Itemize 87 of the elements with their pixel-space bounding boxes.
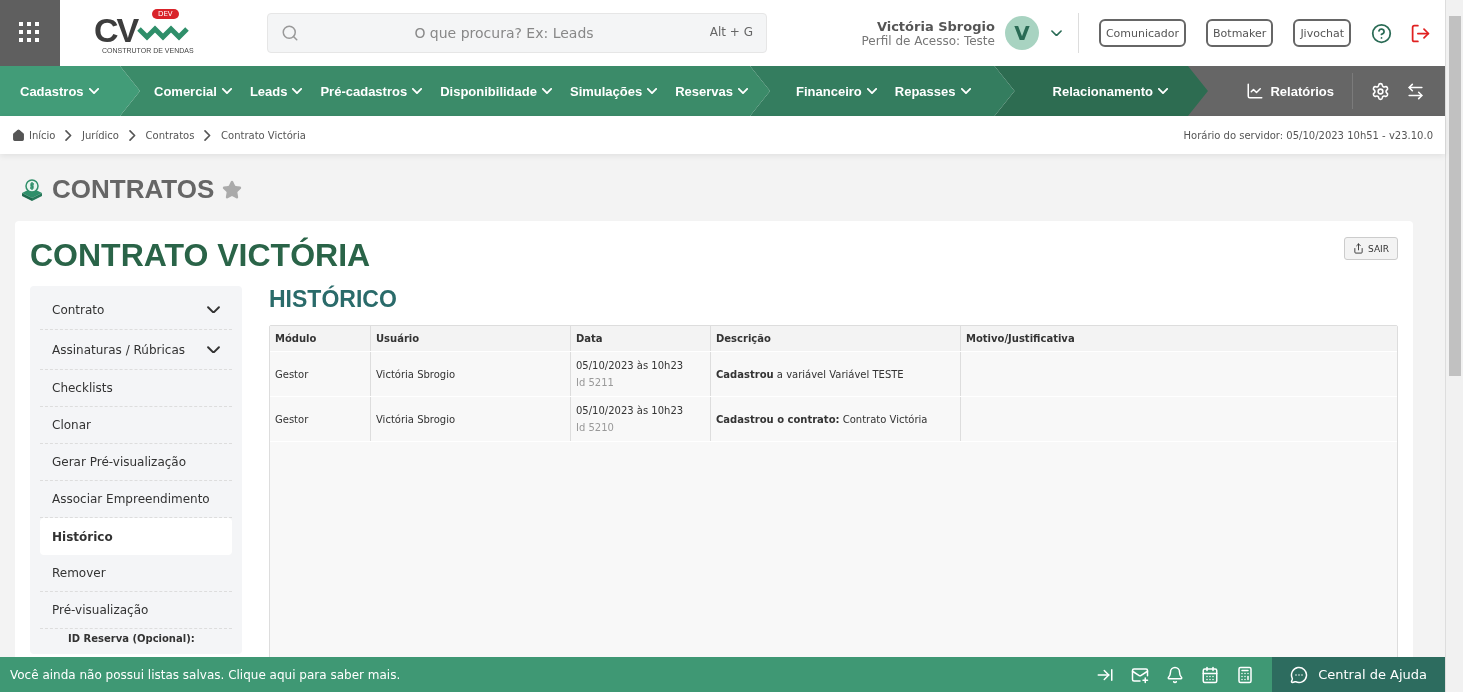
sidebar-item[interactable]: Remover (40, 555, 232, 592)
chat-bubble-icon (1290, 665, 1309, 684)
user-name: Victória Sbrogio (876, 18, 995, 34)
table-cell-text: Gestor (274, 367, 310, 382)
caret-icon (1050, 29, 1062, 37)
user-profile: Perfil de Acesso: Teste (861, 33, 995, 48)
header-button[interactable]: Jivochat (1293, 19, 1351, 47)
chevron-icon (207, 305, 220, 314)
sidebar-item[interactable]: Gerar Pré-visualização (40, 444, 232, 481)
column-header: Descrição (710, 326, 960, 351)
exit-button[interactable]: SAIR (1344, 237, 1398, 260)
nav-menu-item[interactable]: Comercial (154, 83, 232, 99)
line-chart-icon (1246, 82, 1265, 100)
column-header: Usuário (370, 326, 570, 351)
nav-menu-item[interactable]: Reservas (675, 83, 749, 99)
table-cell: Victória Sbrogio (370, 397, 570, 441)
money-box-icon (20, 178, 44, 201)
chevron-icon (647, 88, 658, 94)
column-header: Módulo (274, 332, 318, 346)
column-header: Data (570, 326, 710, 351)
chevron-icon (207, 345, 220, 354)
date-text: 05/10/2023 às 10h23 (576, 360, 685, 371)
contract-title: CONTRATO VICTÓRIA (30, 237, 371, 274)
logo-letters: CV (94, 12, 138, 47)
help-icon[interactable] (1371, 22, 1392, 44)
settings-icon[interactable] (1371, 81, 1390, 101)
chevron-icon (1157, 88, 1168, 94)
header-button[interactable]: Botmaker (1206, 19, 1274, 47)
breadcrumb-link[interactable]: Início (12, 128, 56, 142)
calculator-icon[interactable] (1236, 665, 1255, 684)
sidebar-item[interactable]: Checklists (40, 370, 232, 407)
grid-icon (18, 21, 42, 45)
chevron-icon (88, 88, 99, 94)
chevron-right-icon (204, 129, 212, 141)
table-cell-text: Gestor (274, 412, 310, 427)
chevron-right-icon (65, 129, 73, 141)
chevron-icon (292, 88, 303, 94)
column-header: Motivo/Justificativa (960, 326, 1397, 351)
server-time: Horário do servidor: 05/10/2023 10h51 - v23.10.0 (1183, 129, 1433, 141)
chevron-icon (412, 88, 423, 94)
breadcrumb-link[interactable]: Jurídico (82, 129, 119, 141)
sidebar-item[interactable]: Clonar (40, 407, 232, 444)
logout-icon[interactable] (1410, 22, 1431, 44)
apps-menu-button[interactable] (0, 0, 60, 66)
chevron-icon (738, 88, 749, 94)
share-arrow-icon (1353, 243, 1365, 254)
nav-menu-item[interactable]: Relacionamento (1052, 83, 1168, 99)
saved-lists-message[interactable]: Você ainda não possui listas salvas. Clique aqui para saber mais. (0, 667, 401, 682)
bell-icon[interactable] (1166, 665, 1185, 684)
chevron-icon (541, 88, 552, 94)
description-text: Cadastrou o contrato: Contrato Victória (716, 413, 929, 425)
nav-menu-item[interactable]: Leads (249, 83, 303, 99)
page-title: CONTRATOS (52, 174, 215, 205)
sidebar-item[interactable]: Assinaturas / Rúbricas (40, 330, 232, 370)
user-avatar[interactable]: V (1004, 16, 1039, 50)
nav-menu-item[interactable]: Disponibilidade (440, 83, 552, 99)
header-button[interactable]: Comunicador (1098, 19, 1187, 47)
scrollbar[interactable] (1445, 0, 1463, 692)
mail-plus-icon[interactable] (1131, 665, 1150, 684)
record-id: Id 5211 (576, 377, 615, 388)
breadcrumb-link[interactable]: Contratos (145, 129, 195, 141)
breadcrumb-link[interactable]: Contrato Victória (221, 129, 306, 141)
field-label: ID Reserva (Opcional): (68, 633, 196, 644)
search-icon (281, 24, 299, 42)
sidebar-item[interactable]: Pré-visualização (40, 592, 232, 629)
home-icon (12, 128, 25, 142)
sidebar-item[interactable]: Histórico (40, 518, 232, 555)
nav-menu-item[interactable]: Simulações (569, 83, 658, 99)
sidebar-item[interactable]: Contrato (40, 290, 232, 330)
reports-link[interactable]: Relatórios (1246, 82, 1352, 100)
nav-menu-item[interactable]: Repasses (894, 83, 971, 99)
nav-menu-item[interactable]: Pré-cadastros (320, 83, 423, 99)
chevron-right-icon (129, 129, 136, 141)
favorite-star-icon[interactable] (222, 179, 243, 200)
section-title: HISTÓRICO (269, 286, 398, 313)
date-text: 05/10/2023 às 10h23 (576, 405, 685, 416)
shortcut-hint: Alt + G (709, 25, 753, 39)
chevron-icon (221, 88, 232, 94)
nav-menu-item[interactable]: Financeiro (796, 83, 877, 99)
swap-arrows-icon[interactable] (1406, 81, 1425, 101)
calendar-icon[interactable] (1201, 665, 1220, 684)
chevron-icon (960, 88, 971, 94)
record-id: Id 5210 (576, 422, 615, 433)
table-cell: Victória Sbrogio (370, 352, 570, 396)
chevron-icon (866, 88, 877, 94)
description-text: Cadastrou a variável Variável TESTE (716, 368, 905, 380)
help-center-button[interactable]: Central de Ajuda (1272, 657, 1445, 692)
